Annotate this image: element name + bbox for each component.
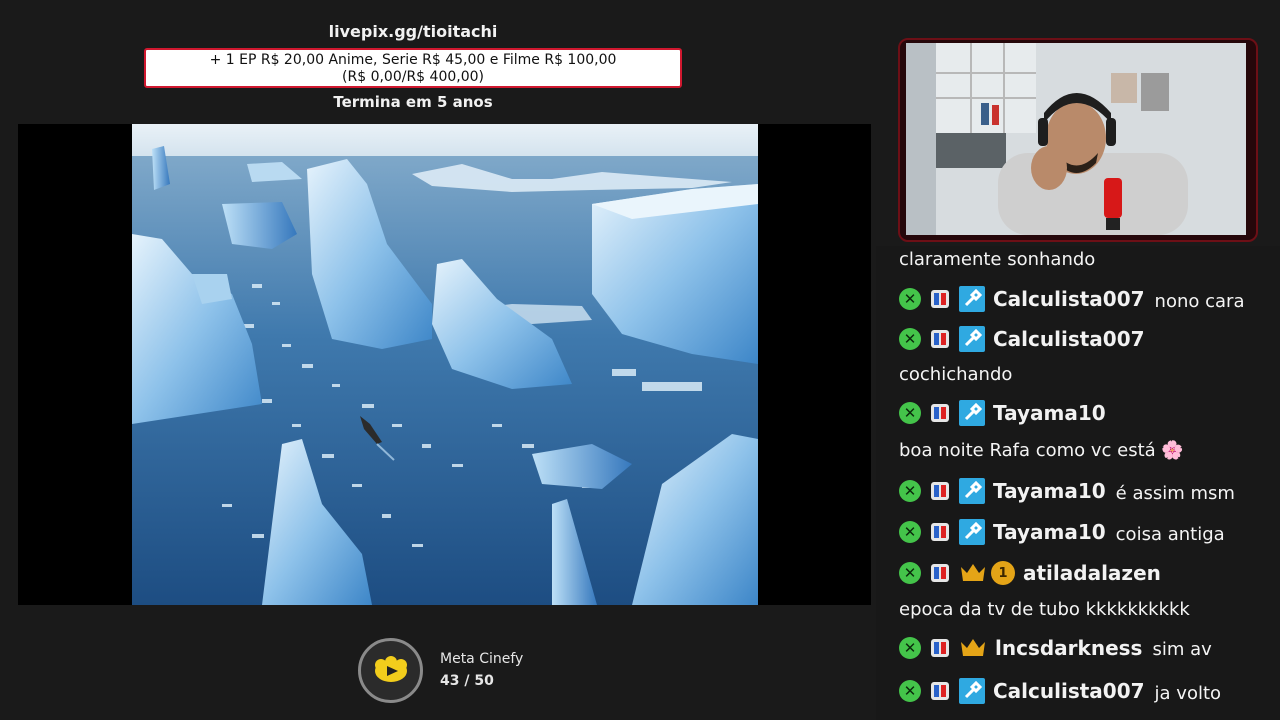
chat-message: ✕ Calculista007 nono cara [899, 286, 1244, 312]
webcam-feed [906, 43, 1246, 235]
chat-username[interactable]: Tayama10 [993, 520, 1106, 544]
chat-username[interactable]: Calculista007 [993, 327, 1145, 351]
flag-icon [929, 480, 951, 502]
webcam-image [906, 43, 1246, 235]
mod-icon [959, 678, 985, 704]
sub-months: 1 [998, 565, 1008, 581]
meta-progress: 43 / 50 [440, 673, 494, 689]
chat-username[interactable]: atiladalazen [1023, 561, 1161, 585]
mod-icon [959, 286, 985, 312]
chat-message: ✕ Calculista007 ja volto [899, 678, 1221, 704]
chat-message: ✕ lncsdarkness sim av [899, 635, 1212, 660]
chat-message-text: ja volto [1154, 682, 1222, 704]
chat-message: ✕ Tayama10 [899, 400, 1116, 426]
chat-message-text: nono cara [1154, 290, 1245, 312]
sub-icon: 1 [991, 561, 1015, 585]
flag-icon [929, 288, 951, 310]
chat-username[interactable]: Calculista007 [993, 679, 1145, 703]
chat-message: epoca da tv de tubo kkkkkkkkkk [899, 599, 1190, 620]
chat-message-text: cochichando [899, 364, 1013, 385]
k-icon: ✕ [899, 288, 921, 310]
chat-message: boa noite Rafa como vc está 🌸 [899, 440, 1184, 461]
chat-username[interactable]: Calculista007 [993, 287, 1145, 311]
chat-username[interactable]: Tayama10 [993, 401, 1106, 425]
chat-message-text: epoca da tv de tubo kkkkkkkkkk [899, 599, 1190, 620]
iceberg-scene-image [132, 124, 758, 605]
flag-icon [929, 680, 951, 702]
flag-icon [929, 328, 951, 350]
video-frame-iceberg-scene [132, 124, 758, 605]
k-icon: ✕ [899, 562, 921, 584]
k-icon: ✕ [899, 521, 921, 543]
flag-icon [929, 521, 951, 543]
chat-message: ✕ 1 atiladalazen [899, 561, 1171, 585]
chat-message: claramente sonhando [899, 249, 1095, 270]
chat-message-text: coisa antiga [1115, 523, 1225, 545]
goal-progress-box: + 1 EP R$ 20,00 Anime, Serie R$ 45,00 e … [144, 48, 682, 88]
flag-icon [929, 637, 951, 659]
mod-icon [959, 519, 985, 545]
chat-message: ✕ Calculista007 [899, 326, 1155, 352]
k-icon: ✕ [899, 680, 921, 702]
k-icon: ✕ [899, 402, 921, 424]
goal-ends-text: Termina em 5 anos [333, 93, 493, 111]
chat-message-text: sim av [1152, 639, 1212, 660]
k-icon: ✕ [899, 328, 921, 350]
k-icon: ✕ [899, 636, 921, 659]
goal-line-1: + 1 EP R$ 20,00 Anime, Serie R$ 45,00 e … [209, 52, 617, 68]
cinefy-logo-icon [358, 638, 423, 703]
chat-username[interactable]: Tayama10 [993, 479, 1106, 503]
flag-icon [929, 562, 951, 584]
goal-url: livepix.gg/tioitachi [328, 22, 498, 41]
chat-message-text: boa noite Rafa como vc está 🌸 [899, 440, 1184, 461]
chat-message: ✕ Tayama10 é assim msm [899, 478, 1235, 504]
video-player[interactable] [18, 124, 871, 605]
chat-message: cochichando [899, 364, 1012, 385]
mod-icon [959, 400, 985, 426]
goal-line-2: (R$ 0,00/R$ 400,00) [342, 69, 484, 85]
mod-icon [959, 478, 985, 504]
chat-message: ✕ Tayama10 coisa antiga [899, 519, 1225, 545]
crown-icon [959, 561, 987, 585]
mod-icon [959, 326, 985, 352]
chat-panel[interactable]: claramente sonhando ✕ Calculista007 nono… [876, 246, 1280, 720]
flag-icon [929, 402, 951, 424]
popcorn-icon [374, 655, 407, 682]
chat-message-text: claramente sonhando [899, 249, 1096, 270]
meta-title: Meta Cinefy [440, 651, 524, 667]
k-icon: ✕ [899, 480, 921, 502]
crown-icon [959, 636, 987, 660]
chat-username[interactable]: lncsdarkness [995, 636, 1142, 660]
chat-message-text: é assim msm [1115, 482, 1235, 504]
